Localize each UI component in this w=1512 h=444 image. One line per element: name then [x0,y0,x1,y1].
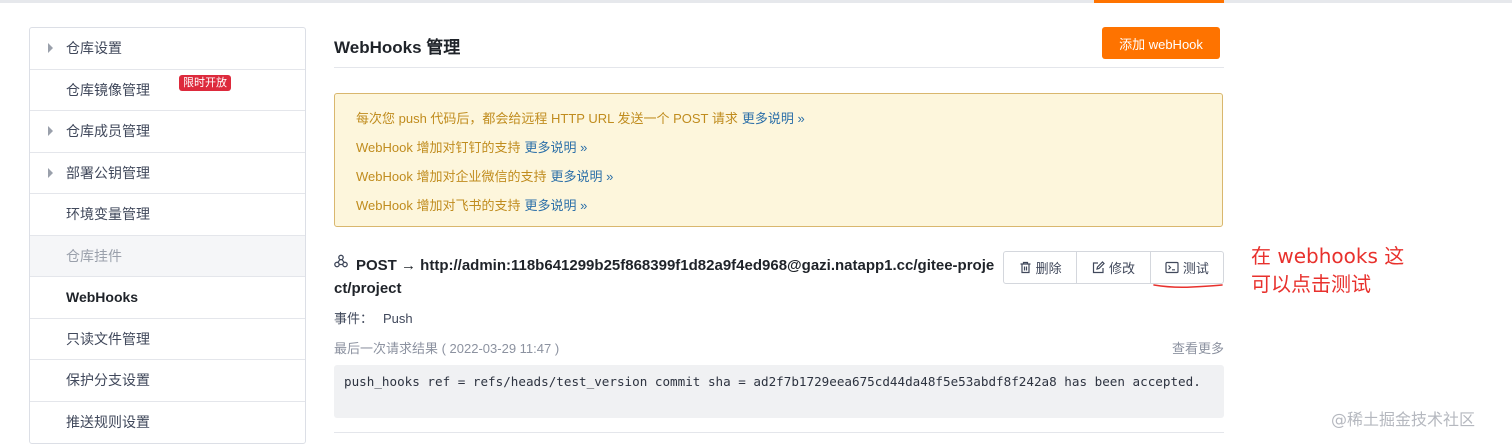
notice-text: WebHook 增加对钉钉的支持 [356,140,521,155]
edit-icon [1092,261,1105,274]
sidebar-item-label: 仓库镜像管理 [66,81,150,98]
sidebar-item-label: 仓库成员管理 [66,123,150,140]
caret-right-icon [48,126,53,137]
info-notice: 每次您 push 代码后，都会给远程 HTTP URL 发送一个 POST 请求… [334,93,1223,227]
webhook-url: POST → http://admin:118b641299b25f868399… [334,257,995,297]
sidebar-item-push-rules[interactable]: 推送规则设置 [30,402,305,444]
sidebar-item-deploy-keys[interactable]: 部署公钥管理 [30,153,305,194]
sidebar-item-label: WebHooks [66,289,139,306]
sidebar-item-label: 仓库挂件 [66,247,122,264]
page-title: WebHooks 管理 [334,38,461,57]
sidebar-item-readonly-files[interactable]: 只读文件管理 [30,319,305,360]
terminal-icon [1165,261,1179,274]
annotation-line-1: 在 webhooks 这 [1251,244,1405,268]
sidebar-item-repo-settings[interactable]: 仓库设置 [30,28,305,70]
event-label: 事件： [334,311,374,326]
sidebar-item-members[interactable]: 仓库成员管理 [30,111,305,153]
sidebar-item-repo-mirror[interactable]: 仓库镜像管理 限时开放 [30,70,305,111]
more-info-link[interactable]: 更多说明 » [742,111,805,126]
sidebar-item-env-vars[interactable]: 环境变量管理 [30,194,305,236]
view-more-link[interactable]: 查看更多 [1172,338,1224,357]
delete-button[interactable]: 删除 [1004,252,1078,283]
annotation-line-2: 可以点击测试 [1251,272,1371,296]
event-value: Push [383,311,413,326]
notice-line: 每次您 push 代码后，都会给远程 HTTP URL 发送一个 POST 请求… [356,108,805,127]
settings-sidebar: 仓库设置 仓库镜像管理 限时开放 仓库成员管理 部署公钥管理 环境变量管理 仓库… [29,27,306,444]
sidebar-item-label: 环境变量管理 [66,206,150,223]
notice-line: WebHook 增加对钉钉的支持 更多说明 » [356,137,587,156]
test-label: 测试 [1182,261,1209,276]
sidebar-item-label: 只读文件管理 [66,330,150,347]
add-webhook-button[interactable]: 添加 webHook [1102,27,1220,59]
watermark: @稀土掘金技术社区 [1331,410,1476,429]
sidebar-item-webhooks[interactable]: WebHooks [30,277,305,319]
edit-label: 修改 [1108,261,1135,276]
result-output: push_hooks ref = refs/heads/test_version… [334,365,1224,418]
sidebar-item-label: 推送规则设置 [66,414,150,431]
sidebar-item-protected-branches[interactable]: 保护分支设置 [30,360,305,402]
divider [334,432,1224,433]
annotation-text: 在 webhooks 这 可以点击测试 [1251,242,1404,298]
sidebar-item-label: 保护分支设置 [66,372,150,389]
notice-text: WebHook 增加对企业微信的支持 [356,169,547,184]
top-accent-bar [1094,0,1224,3]
top-border [0,0,1512,3]
more-info-link[interactable]: 更多说明 » [550,169,613,184]
sidebar-item-widgets: 仓库挂件 [30,235,305,277]
webhook-actions: 删除 修改 测试 [1003,251,1224,284]
test-button[interactable]: 测试 [1151,252,1223,283]
delete-label: 删除 [1035,261,1062,276]
divider [334,67,1224,68]
more-info-link[interactable]: 更多说明 » [524,140,587,155]
notice-line: WebHook 增加对飞书的支持 更多说明 » [356,195,587,214]
edit-button[interactable]: 修改 [1077,252,1151,283]
limited-time-badge: 限时开放 [179,74,231,91]
sidebar-item-label: 部署公钥管理 [66,164,150,181]
caret-right-icon [48,43,53,54]
notice-text: WebHook 增加对飞书的支持 [356,198,521,213]
caret-right-icon [48,167,53,178]
notice-line: WebHook 增加对企业微信的支持 更多说明 » [356,166,613,185]
sidebar-item-label: 仓库设置 [66,40,122,57]
more-info-link[interactable]: 更多说明 » [524,198,587,213]
last-request-result: 最后一次请求结果 ( 2022-03-29 11:47 ) [334,341,560,356]
notice-text: 每次您 push 代码后，都会给远程 HTTP URL 发送一个 POST 请求 [356,111,738,126]
event-row: 事件： Push [334,308,413,327]
red-underline-annotation [1153,284,1223,289]
trash-icon [1020,261,1031,274]
